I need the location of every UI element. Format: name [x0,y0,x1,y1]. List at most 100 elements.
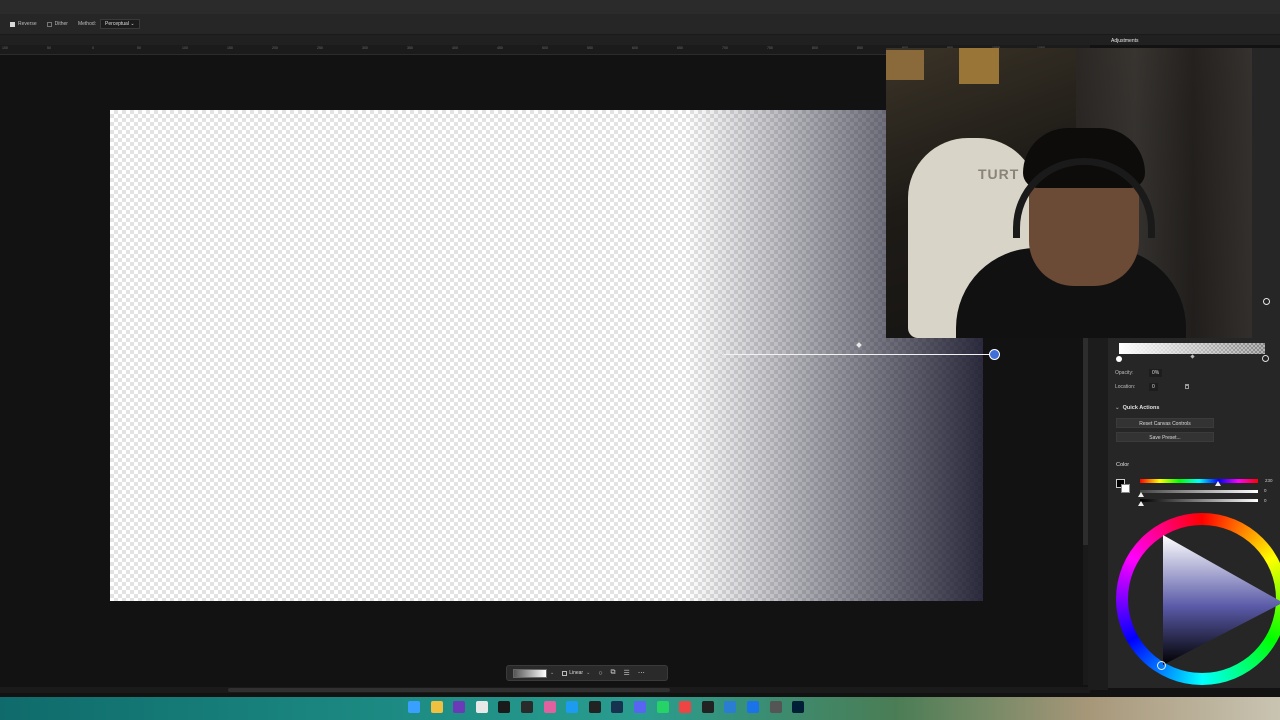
method-option: Method: Perceptual ⌄ [78,19,140,29]
background-color-swatch[interactable] [1121,484,1130,493]
location-field: Location: 0 [1115,383,1158,391]
brightness-slider-knob[interactable] [1138,501,1144,506]
photoshop-icon[interactable] [792,701,805,713]
ruler-tick-label: 450 [497,46,503,50]
gradient-start-handle[interactable] [718,351,724,357]
quick-actions-title: Quick Actions [1122,405,1160,411]
more-options-icon[interactable]: ⋯ [638,669,645,677]
ruler-tick-label: 250 [317,46,323,50]
wall-poster-left [886,50,924,80]
app-pink-icon[interactable] [543,701,556,713]
twitter-icon[interactable] [566,701,579,713]
mail-icon[interactable] [746,701,759,713]
ruler-tick-label: 550 [587,46,593,50]
chevron-down-icon: ⌄ [1115,405,1120,411]
ruler-tick-label: 100 [2,46,8,50]
app-grid-icon[interactable] [769,701,782,713]
ruler-tick-label: 650 [677,46,683,50]
ruler-tick-label: 0 [92,46,94,50]
quick-actions-header[interactable]: ⌄ Quick Actions [1115,405,1159,411]
dither-option[interactable]: Dither [46,21,68,27]
color-panel-title: Color [1116,462,1130,468]
method-value: Perceptual [105,21,129,27]
ruler-tick-label: 500 [542,46,548,50]
document-tab-strip [0,35,1280,45]
file-explorer-icon[interactable] [430,701,443,713]
ruler-tick-label: 400 [452,46,458,50]
properties-panel-side [1252,48,1280,338]
ruler-tick-label: 100 [182,46,188,50]
reverse-label: Reverse [18,21,37,27]
hue-value[interactable]: 230 [1265,478,1273,483]
method-label: Method: [77,21,97,27]
ruler-tick-label: 50 [137,46,141,50]
method-select[interactable]: Perceptual ⌄ [100,19,140,29]
ruler-tick-label: 200 [272,46,278,50]
ruler-tick-label: 50 [47,46,51,50]
reset-canvas-controls-button[interactable]: Reset Canvas Controls [1116,418,1214,428]
hue-slider[interactable] [1140,479,1258,483]
brightness-value[interactable]: 0 [1264,498,1267,503]
discord-icon[interactable] [633,701,646,713]
ruler-tick-label: 750 [767,46,773,50]
location-input[interactable]: 0 [1149,383,1158,391]
reverse-checkbox[interactable] [10,21,15,27]
wall-poster-right [959,48,999,84]
gradient-preset-picker[interactable] [513,668,547,678]
save-preset-button[interactable]: Save Preset... [1116,432,1214,442]
gradient-editor-bar[interactable] [1119,343,1265,354]
gradient-guide-line [722,354,994,355]
opacity-field: Opacity: 0% [1115,369,1163,377]
color-picker-ring[interactable] [1157,661,1166,670]
opacity-input[interactable]: 0% [1149,369,1163,377]
saturation-slider[interactable] [1140,490,1258,493]
gradient-stop-ring-icon[interactable] [1263,298,1270,305]
media-icon[interactable] [701,701,714,713]
horizontal-scroll-thumb[interactable] [228,688,670,692]
gradient-color-stop-left[interactable] [1116,356,1122,362]
reverse-option[interactable]: Reverse [10,21,37,27]
chrome-icon[interactable] [679,701,692,713]
ruler-tick-label: 350 [407,46,413,50]
windows-start-icon[interactable] [408,701,420,713]
gradient-type-label: Linear [569,670,584,676]
hue-slider-knob[interactable] [1215,481,1221,486]
chair-logo-text: TURT [978,166,1020,182]
whatsapp-icon[interactable] [656,701,669,713]
circle-icon[interactable]: ○ [598,670,602,677]
ruler-tick-label: 850 [857,46,863,50]
delete-stop-icon[interactable] [1185,384,1189,389]
location-label: Location: [1115,384,1136,390]
adjustments-tab[interactable]: Adjustments [1111,38,1139,44]
ruler-tick-label: 600 [632,46,638,50]
epic-icon[interactable] [588,701,601,713]
settings-sliders-icon[interactable]: ☰ [624,669,630,677]
notepad-icon[interactable] [475,701,488,713]
linear-gradient-icon [562,670,568,676]
steam-icon[interactable] [611,701,624,713]
saturation-slider-knob[interactable] [1138,492,1144,497]
taskbar-apps [408,701,815,713]
ruler-tick-label: 700 [722,46,728,50]
chevron-down-icon: ⌄ [586,670,591,676]
chevron-down-icon[interactable]: ⌄ [550,670,554,676]
gradient-end-handle[interactable] [989,349,1000,360]
contextual-task-bar: ⌄ Linear ⌄ ○ ⧉ ☰ ⋯ [506,665,668,681]
vscode-icon[interactable] [724,701,737,713]
webcam-overlay: TURT [886,48,1252,338]
brightness-slider[interactable] [1140,499,1258,502]
horizontal-scrollbar[interactable] [0,687,1090,693]
xbox-icon[interactable] [498,701,511,713]
gradient-color-stop-right[interactable] [1262,355,1269,362]
obs-icon[interactable] [520,701,533,713]
gradient-fill-preview [110,110,983,601]
ruler-tick-label: 300 [362,46,368,50]
layers-icon[interactable]: ⧉ [611,669,616,677]
document-canvas[interactable] [110,110,983,601]
saturation-value[interactable]: 0 [1264,488,1267,493]
dither-checkbox[interactable] [46,21,52,27]
opacity-label: Opacity: [1115,370,1134,376]
app-purple-icon[interactable] [453,701,466,713]
gradient-type-select[interactable]: Linear ⌄ [562,670,590,676]
ruler-tick-label: 150 [227,46,233,50]
